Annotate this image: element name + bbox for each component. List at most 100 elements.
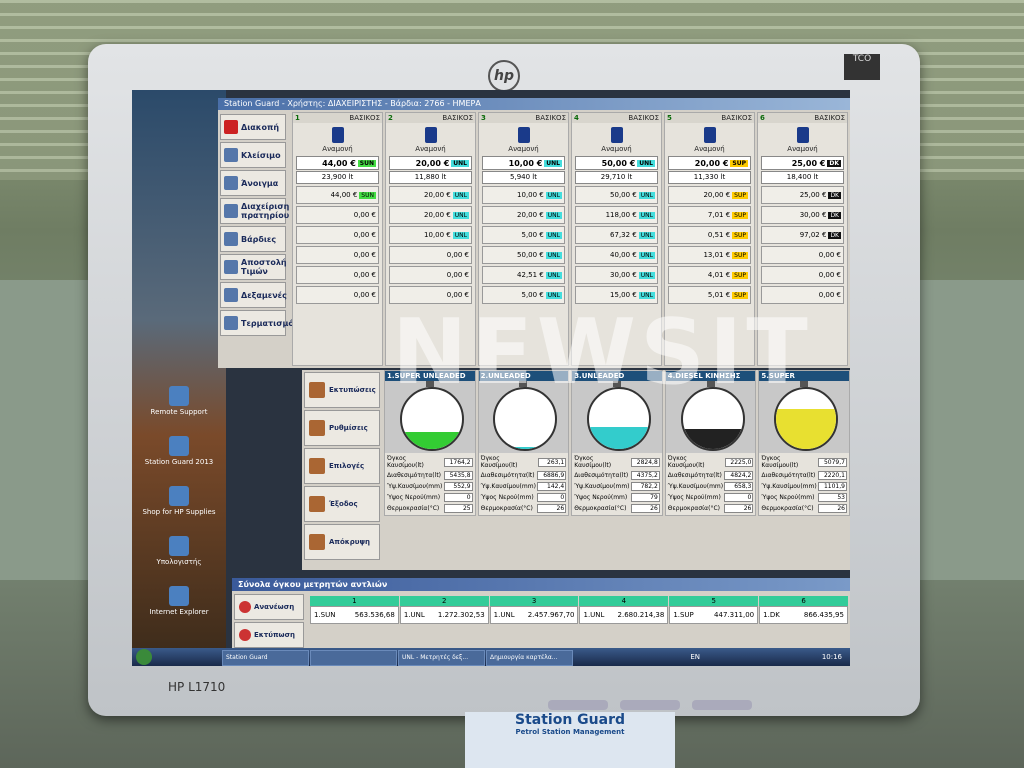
refresh-button[interactable]: Ανανέωση xyxy=(234,594,304,620)
close-shift-button[interactable]: Κλείσιμο xyxy=(220,142,286,168)
preset-value: 67,32 € xyxy=(610,231,637,239)
tank-row: Ύψος Νερού(mm) 0 xyxy=(481,493,567,502)
totals-code: 1.DK xyxy=(763,611,780,619)
preset-button[interactable]: 0,00 € xyxy=(296,206,379,224)
grade-badge: SUN xyxy=(357,159,376,167)
desktop-icon-station-guard[interactable]: Station Guard 2013 xyxy=(142,436,216,466)
tank-row-value: 26 xyxy=(537,504,567,513)
preset-button[interactable]: 13,01 € SUP xyxy=(668,246,751,264)
preset-button[interactable]: 5,00 € UNL xyxy=(482,226,565,244)
pump-grade-label[interactable]: ΒΑΣΙΚΟΣ xyxy=(349,114,380,122)
pump-grade-label[interactable]: ΒΑΣΙΚΟΣ xyxy=(535,114,566,122)
desktop-icon-hp-supplies[interactable]: Shop for HP Supplies xyxy=(142,486,216,516)
terminate-button[interactable]: Τερματισμός xyxy=(220,310,299,336)
desktop-icon-internet-explorer[interactable]: Internet Explorer xyxy=(142,586,216,616)
tank-row: Ύψος Νερού(mm) 79 xyxy=(574,493,660,502)
pump-card[interactable]: 1 ΒΑΣΙΚΟΣ Αναμονή 44,00 € SUN 23,900 lt 44,00 … xyxy=(292,112,383,366)
desktop-wallpaper: Remote Support Station Guard 2013 Shop f… xyxy=(132,90,226,666)
preset-button[interactable]: 0,00 € xyxy=(296,226,379,244)
preset-button[interactable]: 20,00 € SUP xyxy=(668,186,751,204)
preset-button[interactable]: 0,00 € xyxy=(761,266,844,284)
monitor-button[interactable] xyxy=(620,700,680,710)
tank-row-value: 26 xyxy=(630,504,660,513)
pump-amount-value: 20,00 € xyxy=(415,158,450,168)
grade-badge: DK xyxy=(828,231,841,239)
preset-button[interactable]: 0,51 € SUP xyxy=(668,226,751,244)
preset-button[interactable]: 0,00 € xyxy=(296,246,379,264)
pump-grade-label[interactable]: ΒΑΣΙΚΟΣ xyxy=(721,114,752,122)
tank-row-value: 5079,7 xyxy=(818,457,847,467)
grade-badge: UNL xyxy=(451,159,469,167)
exit-button[interactable]: Έξοδος xyxy=(304,486,380,522)
grade-badge: SUP xyxy=(730,159,748,167)
pump-grade-label[interactable]: ΒΑΣΙΚΟΣ xyxy=(628,114,659,122)
station-management-button[interactable]: Διαχείριση πρατηρίου xyxy=(220,198,289,224)
tank-row: Ύψος Νερού(mm) 53 xyxy=(761,493,847,502)
shifts-button[interactable]: Βάρδιες xyxy=(220,226,286,252)
preset-button[interactable]: 10,00 € UNL xyxy=(389,226,472,244)
preset-value: 42,51 € xyxy=(517,271,544,279)
preset-button[interactable]: 118,00 € UNL xyxy=(575,206,658,224)
preset-button[interactable]: 20,00 € UNL xyxy=(389,206,472,224)
preset-button[interactable]: 0,00 € xyxy=(296,266,379,284)
taskbar-item[interactable] xyxy=(310,650,397,666)
preset-button[interactable]: 67,32 € UNL xyxy=(575,226,658,244)
monitor-button[interactable] xyxy=(692,700,752,710)
preset-button[interactable]: 50,00 € UNL xyxy=(482,246,565,264)
tank-row: Θερμοκρασία(°C) 25 xyxy=(387,504,473,513)
tank-row-label: Διαθεσιμότητα(lt) xyxy=(574,472,629,479)
preset-button[interactable]: 20,00 € UNL xyxy=(482,206,565,224)
preset-button[interactable]: 40,00 € UNL xyxy=(575,246,658,264)
preset-button[interactable]: 97,02 € DK xyxy=(761,226,844,244)
pump-grade-label[interactable]: ΒΑΣΙΚΟΣ xyxy=(814,114,845,122)
options-button[interactable]: Επιλογές xyxy=(304,448,380,484)
preset-value: 50,00 € xyxy=(517,251,544,259)
grade-badge: DK xyxy=(827,159,841,167)
taskbar-item[interactable]: UNL - Μετρητές δεξ... xyxy=(398,650,485,666)
pump-amount-value: 25,00 € xyxy=(791,158,826,168)
preset-button[interactable]: 7,01 € SUP xyxy=(668,206,751,224)
preset-value: 15,00 € xyxy=(610,291,637,299)
preset-value: 0,00 € xyxy=(818,251,841,259)
send-prices-button[interactable]: Αποστολή Τιμών xyxy=(220,254,287,280)
hide-button[interactable]: Απόκρυψη xyxy=(304,524,380,560)
preset-button[interactable]: 25,00 € DK xyxy=(761,186,844,204)
pump-amount-value: 44,00 € xyxy=(322,158,356,168)
print-button[interactable]: Εκτύπωση xyxy=(234,622,304,648)
desktop-icon-computer[interactable]: Υπολογιστής xyxy=(142,536,216,566)
preset-button[interactable]: 30,00 € UNL xyxy=(575,266,658,284)
tank-row-label: Ύψος Νερού(mm) xyxy=(480,494,534,501)
monitor-button[interactable] xyxy=(548,700,608,710)
preset-button[interactable]: 30,00 € DK xyxy=(761,206,844,224)
tank-row-value: 782,2 xyxy=(630,482,660,491)
language-indicator[interactable]: EN xyxy=(690,650,700,664)
desktop-icon-remote-support[interactable]: Remote Support xyxy=(142,386,216,416)
preset-button[interactable]: 42,51 € UNL xyxy=(482,266,565,284)
preset-button[interactable]: 50,00 € UNL xyxy=(575,186,658,204)
preset-value: 13,01 € xyxy=(703,251,731,259)
settings-button[interactable]: Ρυθμίσεις xyxy=(304,410,380,446)
start-button[interactable] xyxy=(136,649,152,665)
taskbar-item[interactable]: Station Guard xyxy=(222,650,309,666)
fuel-nozzle-icon xyxy=(610,127,623,143)
preset-button[interactable]: 20,00 € UNL xyxy=(389,186,472,204)
send-icon xyxy=(224,260,238,274)
preset-button[interactable]: 0,00 € xyxy=(389,266,472,284)
stop-button[interactable]: Διακοπή xyxy=(220,114,286,140)
preset-button[interactable]: 10,00 € UNL xyxy=(482,186,565,204)
preset-button[interactable]: 0,00 € xyxy=(296,286,379,304)
pump-grade-label[interactable]: ΒΑΣΙΚΟΣ xyxy=(442,114,473,122)
grade-badge: UNL xyxy=(544,159,562,167)
preset-button[interactable]: 0,00 € xyxy=(761,246,844,264)
open-button[interactable]: Άνοιγμα xyxy=(220,170,286,196)
printer-icon xyxy=(239,629,251,641)
preset-value: 25,00 € xyxy=(799,191,827,199)
preset-button[interactable]: 0,00 € xyxy=(389,246,472,264)
preset-button[interactable]: 4,01 € SUP xyxy=(668,266,751,284)
tanks-button[interactable]: Δεξαμενές xyxy=(220,282,287,308)
prints-button[interactable]: Εκτυπώσεις xyxy=(304,372,380,408)
pump-amount-value: 20,00 € xyxy=(694,158,729,168)
totals-value: 866.435,95 xyxy=(803,611,844,619)
taskbar-item[interactable]: Δημιουργία καρτέλα... xyxy=(486,650,573,666)
preset-button[interactable]: 44,00 € SUN xyxy=(296,186,379,204)
